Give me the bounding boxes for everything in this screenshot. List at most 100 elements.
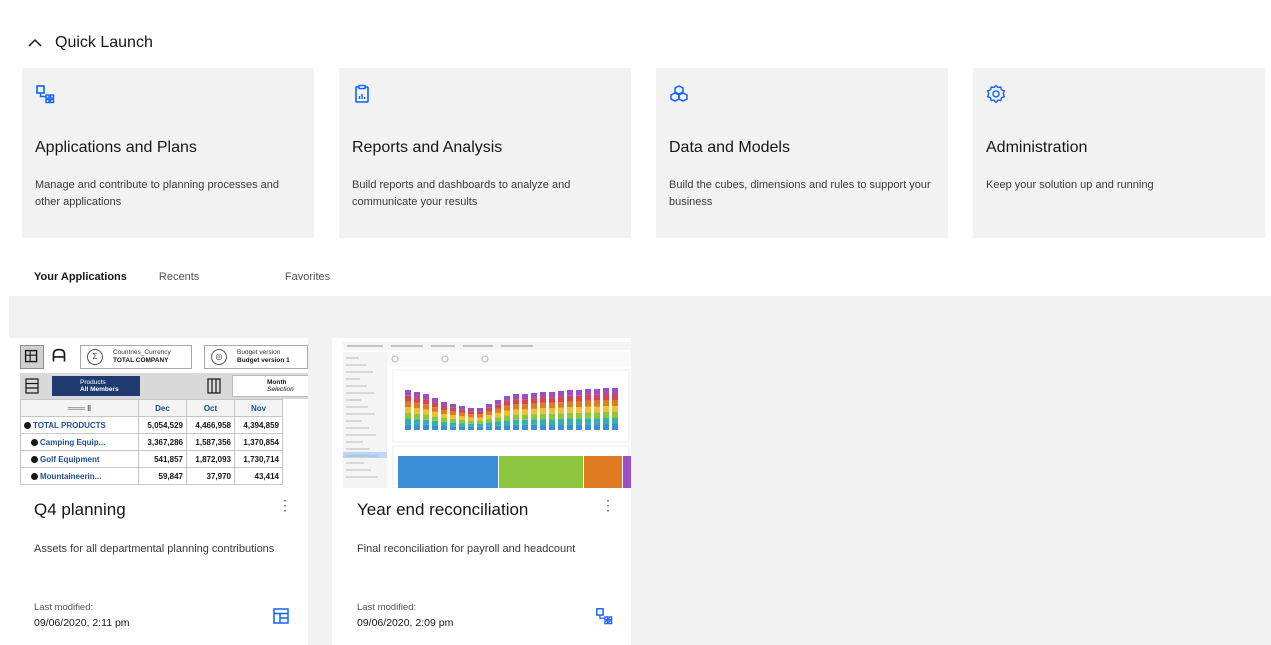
tile-title: Data and Models bbox=[669, 139, 790, 156]
tab-your-applications[interactable]: Your Applications bbox=[22, 262, 139, 298]
thumbnail-bar-segment bbox=[585, 412, 591, 419]
thumbnail-bar-segment bbox=[450, 407, 456, 412]
row-label: TOTAL PRODUCTS bbox=[33, 420, 106, 430]
thumbnail-bar-segment bbox=[405, 412, 411, 419]
thumbnail-bar-segment bbox=[603, 412, 609, 418]
thumbnail-bar-segment bbox=[486, 415, 492, 419]
grid-cell: 1,730,714 bbox=[234, 450, 283, 468]
thumbnail-bar-segment bbox=[576, 418, 582, 425]
tab-favorites[interactable]: Favorites bbox=[267, 262, 342, 296]
thumbnail-bar-segment bbox=[405, 401, 411, 408]
thumbnail-bar-segment bbox=[522, 424, 528, 430]
last-modified-label: Last modified: bbox=[34, 602, 94, 613]
thumbnail-bar-segment bbox=[477, 417, 483, 421]
thumbnail-bar-segment bbox=[459, 412, 465, 417]
overflow-menu-button[interactable]: ⋮ bbox=[601, 496, 615, 516]
preview-toolbar: Σ Countries_Currency TOTAL COMPANY ◎ Bud… bbox=[20, 342, 308, 372]
thumbnail-bar-segment bbox=[540, 419, 546, 425]
thumbnail-bar-segment bbox=[585, 406, 591, 413]
grid-cell: 37,970 bbox=[186, 467, 235, 485]
applications-area: Σ Countries_Currency TOTAL COMPANY ◎ Bud… bbox=[9, 296, 1271, 645]
thumbnail-bar-segment bbox=[567, 407, 573, 413]
thumbnail-bar-segment bbox=[567, 401, 573, 408]
tile-reports-and-analysis[interactable]: Reports and Analysis Build reports and d… bbox=[339, 68, 631, 238]
thumbnail-bar-segment bbox=[423, 409, 429, 415]
thumbnail-bar-segment bbox=[495, 425, 501, 430]
thumbnail-bar-segment bbox=[441, 410, 447, 414]
thumbnail-bar-segment bbox=[513, 399, 519, 405]
tile-description: Keep your solution up and running bbox=[986, 179, 1154, 191]
thumbnail-bar-segment bbox=[423, 424, 429, 430]
thumbnail-bar-segment bbox=[414, 419, 420, 425]
thumbnail-bar-segment bbox=[459, 423, 465, 427]
thumbnail-bar-segment bbox=[477, 408, 483, 412]
table-row: TOTAL PRODUCTS 5,054,529 4,466,958 4,394… bbox=[20, 416, 283, 434]
quick-launch-toggle[interactable]: Quick Launch bbox=[27, 34, 153, 52]
dimension-products: Products All Members bbox=[52, 376, 140, 396]
overflow-menu-button[interactable]: ⋮ bbox=[278, 496, 292, 516]
rows-icon bbox=[25, 378, 39, 394]
dim-value: Selection bbox=[267, 386, 294, 393]
grid-cell: 43,414 bbox=[234, 467, 283, 485]
thumbnail-bar-segment bbox=[612, 424, 618, 430]
card-description: Final reconciliation for payroll and hea… bbox=[357, 543, 576, 555]
thumbnail-bar-segment bbox=[486, 426, 492, 430]
thumbnail-bar-segment bbox=[540, 408, 546, 414]
grid-view-icon bbox=[20, 345, 44, 369]
thumbnail-bar-segment bbox=[477, 426, 483, 430]
tile-data-and-models[interactable]: Data and Models Build the cubes, dimensi… bbox=[656, 68, 948, 238]
thumbnail-bar-segment bbox=[405, 424, 411, 430]
dimension-budget-version: ◎ Budget version Budget version 1 bbox=[204, 345, 308, 369]
thumbnail-bar-segment bbox=[576, 395, 582, 402]
thumbnail-bar-segment bbox=[540, 424, 546, 430]
grid-row-header: Mountaineerin... bbox=[20, 467, 139, 485]
grid-cell: 3,367,286 bbox=[138, 433, 187, 451]
thumbnail-bar-segment bbox=[468, 420, 474, 424]
dimension-month: Month Selection bbox=[232, 375, 308, 397]
thumbnail-bar-segment bbox=[450, 426, 456, 430]
thumbnail-bar-segment bbox=[549, 397, 555, 403]
tab-recents[interactable]: Recents bbox=[139, 262, 267, 296]
thumbnail-bar-segment bbox=[423, 399, 429, 405]
grid-cell: 59,847 bbox=[138, 467, 187, 485]
chevron-up-icon bbox=[28, 38, 42, 47]
thumbnail-bar-segment bbox=[558, 424, 564, 430]
thumbnail-bar-segment bbox=[432, 398, 438, 403]
grid-header-row: ═══ ‖ Dec Oct Nov bbox=[20, 399, 283, 417]
thumbnail-bar-segment bbox=[441, 402, 447, 406]
tile-applications-and-plans[interactable]: Applications and Plans Manage and contri… bbox=[22, 68, 314, 238]
table-row: Mountaineerin... 59,847 37,970 43,414 bbox=[20, 467, 283, 485]
thumbnail-bar-segment bbox=[477, 420, 483, 424]
thumbnail-bar-segment bbox=[585, 400, 591, 407]
card-title: Q4 planning bbox=[34, 500, 126, 519]
thumbnail-bar-segment bbox=[603, 400, 609, 406]
thumbnail-bar-segment bbox=[567, 424, 573, 430]
dim-name: Month bbox=[267, 379, 287, 386]
thumbnail-bar-segment bbox=[612, 412, 618, 418]
thumbnail-bar-segment bbox=[468, 423, 474, 427]
application-card-year-end-reconciliation[interactable]: Year end reconciliation ⋮ Final reconcil… bbox=[332, 338, 631, 645]
tile-title: Applications and Plans bbox=[35, 139, 197, 156]
thumbnail-bar-segment bbox=[558, 413, 564, 419]
thumbnail-bar-segment bbox=[432, 420, 438, 426]
thumbnail-bar-segment bbox=[414, 397, 420, 403]
thumbnail-bar-segment bbox=[504, 410, 510, 416]
thumbnail-bar-segment bbox=[414, 408, 420, 414]
thumbnail-bar-segment bbox=[459, 406, 465, 410]
tile-administration[interactable]: Administration Keep your solution up and… bbox=[973, 68, 1265, 238]
thumbnail-bar-segment bbox=[495, 421, 501, 426]
preview-dimension-bar: Products All Members Month Selection bbox=[20, 373, 308, 399]
thumbnail-bar-segment bbox=[432, 425, 438, 430]
thumbnail-bar-segment bbox=[513, 409, 519, 415]
tile-description: Build the cubes, dimensions and rules to… bbox=[669, 179, 931, 208]
application-card-q4-planning[interactable]: Σ Countries_Currency TOTAL COMPANY ◎ Bud… bbox=[9, 338, 308, 645]
thumbnail-bar-segment bbox=[576, 390, 582, 396]
thumbnail-bar-segment bbox=[468, 426, 474, 430]
grid-cell: 1,587,356 bbox=[186, 433, 235, 451]
last-modified-date: 09/06/2020, 2:11 pm bbox=[34, 617, 130, 629]
thumbnail-bar-segment bbox=[468, 414, 474, 418]
thumbnail-bar-segment bbox=[423, 404, 429, 410]
thumbnail-bar-segment bbox=[549, 419, 555, 425]
thumbnail-bar-segment bbox=[558, 402, 564, 408]
thumbnail-bar-segment bbox=[522, 419, 528, 425]
